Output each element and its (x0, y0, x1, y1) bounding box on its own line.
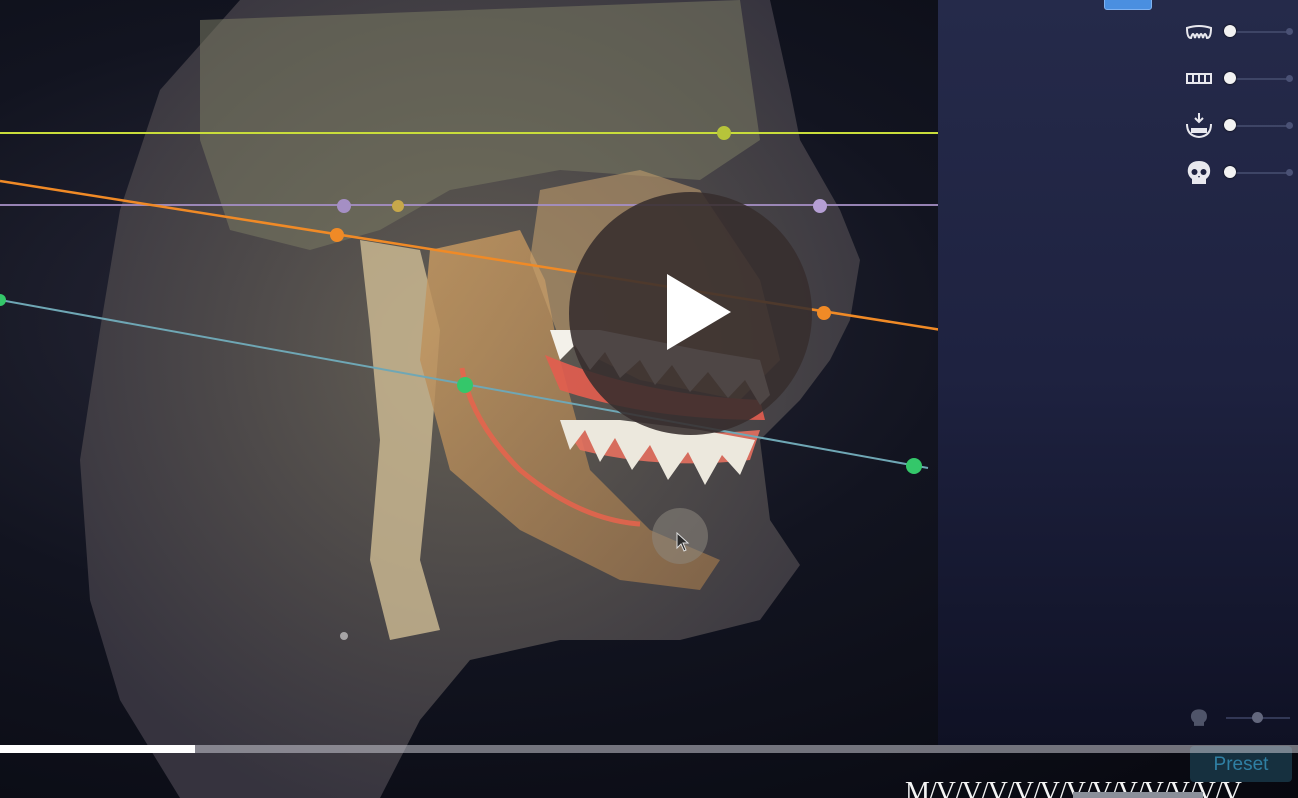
slider-thumb[interactable] (1224, 25, 1236, 37)
caption-strip (1073, 792, 1203, 798)
slider-end (1286, 28, 1293, 35)
slider-end (1286, 169, 1293, 176)
slider-jaw-import[interactable] (1182, 112, 1298, 140)
slider-thumb[interactable] (1224, 166, 1236, 178)
mouse-pointer-icon (676, 532, 690, 552)
slider-upper-teeth[interactable] (1182, 18, 1298, 46)
landmark-orbitale (717, 126, 731, 140)
slider-track[interactable] (1230, 172, 1290, 174)
skull-icon (1191, 709, 1207, 726)
landmark-sella (337, 199, 351, 213)
upper-teeth-icon (1185, 25, 1213, 40)
slider-track[interactable] (1230, 125, 1290, 127)
landmark-ans (817, 306, 831, 320)
slider-thumb[interactable] (1252, 712, 1263, 723)
slider-lower-teeth[interactable] (1182, 65, 1298, 93)
video-player[interactable]: Preset M/V/V/V/V/V/V/V/V/V/V/V/V (0, 0, 1298, 798)
slider-thumb[interactable] (1224, 119, 1236, 131)
landmark-pns (330, 228, 344, 242)
lower-teeth-icon (1186, 73, 1212, 84)
video-progress-fill (0, 745, 195, 753)
slider-end (1286, 75, 1293, 82)
slider-track[interactable] (1230, 78, 1290, 80)
landmark-nasion (813, 199, 827, 213)
play-icon (667, 274, 731, 350)
slider-skull[interactable] (1182, 159, 1298, 187)
cursor-indicator (652, 508, 708, 564)
landmark-left-edge (0, 294, 6, 306)
landmark-porion (392, 200, 404, 212)
slider-thumb[interactable] (1224, 72, 1236, 84)
slider-track[interactable] (1230, 31, 1290, 33)
video-progress-bar[interactable] (0, 745, 1298, 753)
jaw-import-icon (1186, 113, 1212, 139)
video-caption: M/V/V/V/V/V/V/V/V/V/V/V/V (905, 778, 1298, 798)
bottom-opacity-slider[interactable] (1186, 706, 1298, 730)
big-play-button[interactable] (569, 192, 812, 435)
panel-top-button[interactable] (1104, 0, 1152, 10)
skull-icon (1187, 161, 1211, 184)
landmark-gonion (457, 377, 473, 393)
landmark-menton (906, 458, 922, 474)
slider-end (1286, 122, 1293, 129)
landmark-small-dot (340, 632, 348, 640)
